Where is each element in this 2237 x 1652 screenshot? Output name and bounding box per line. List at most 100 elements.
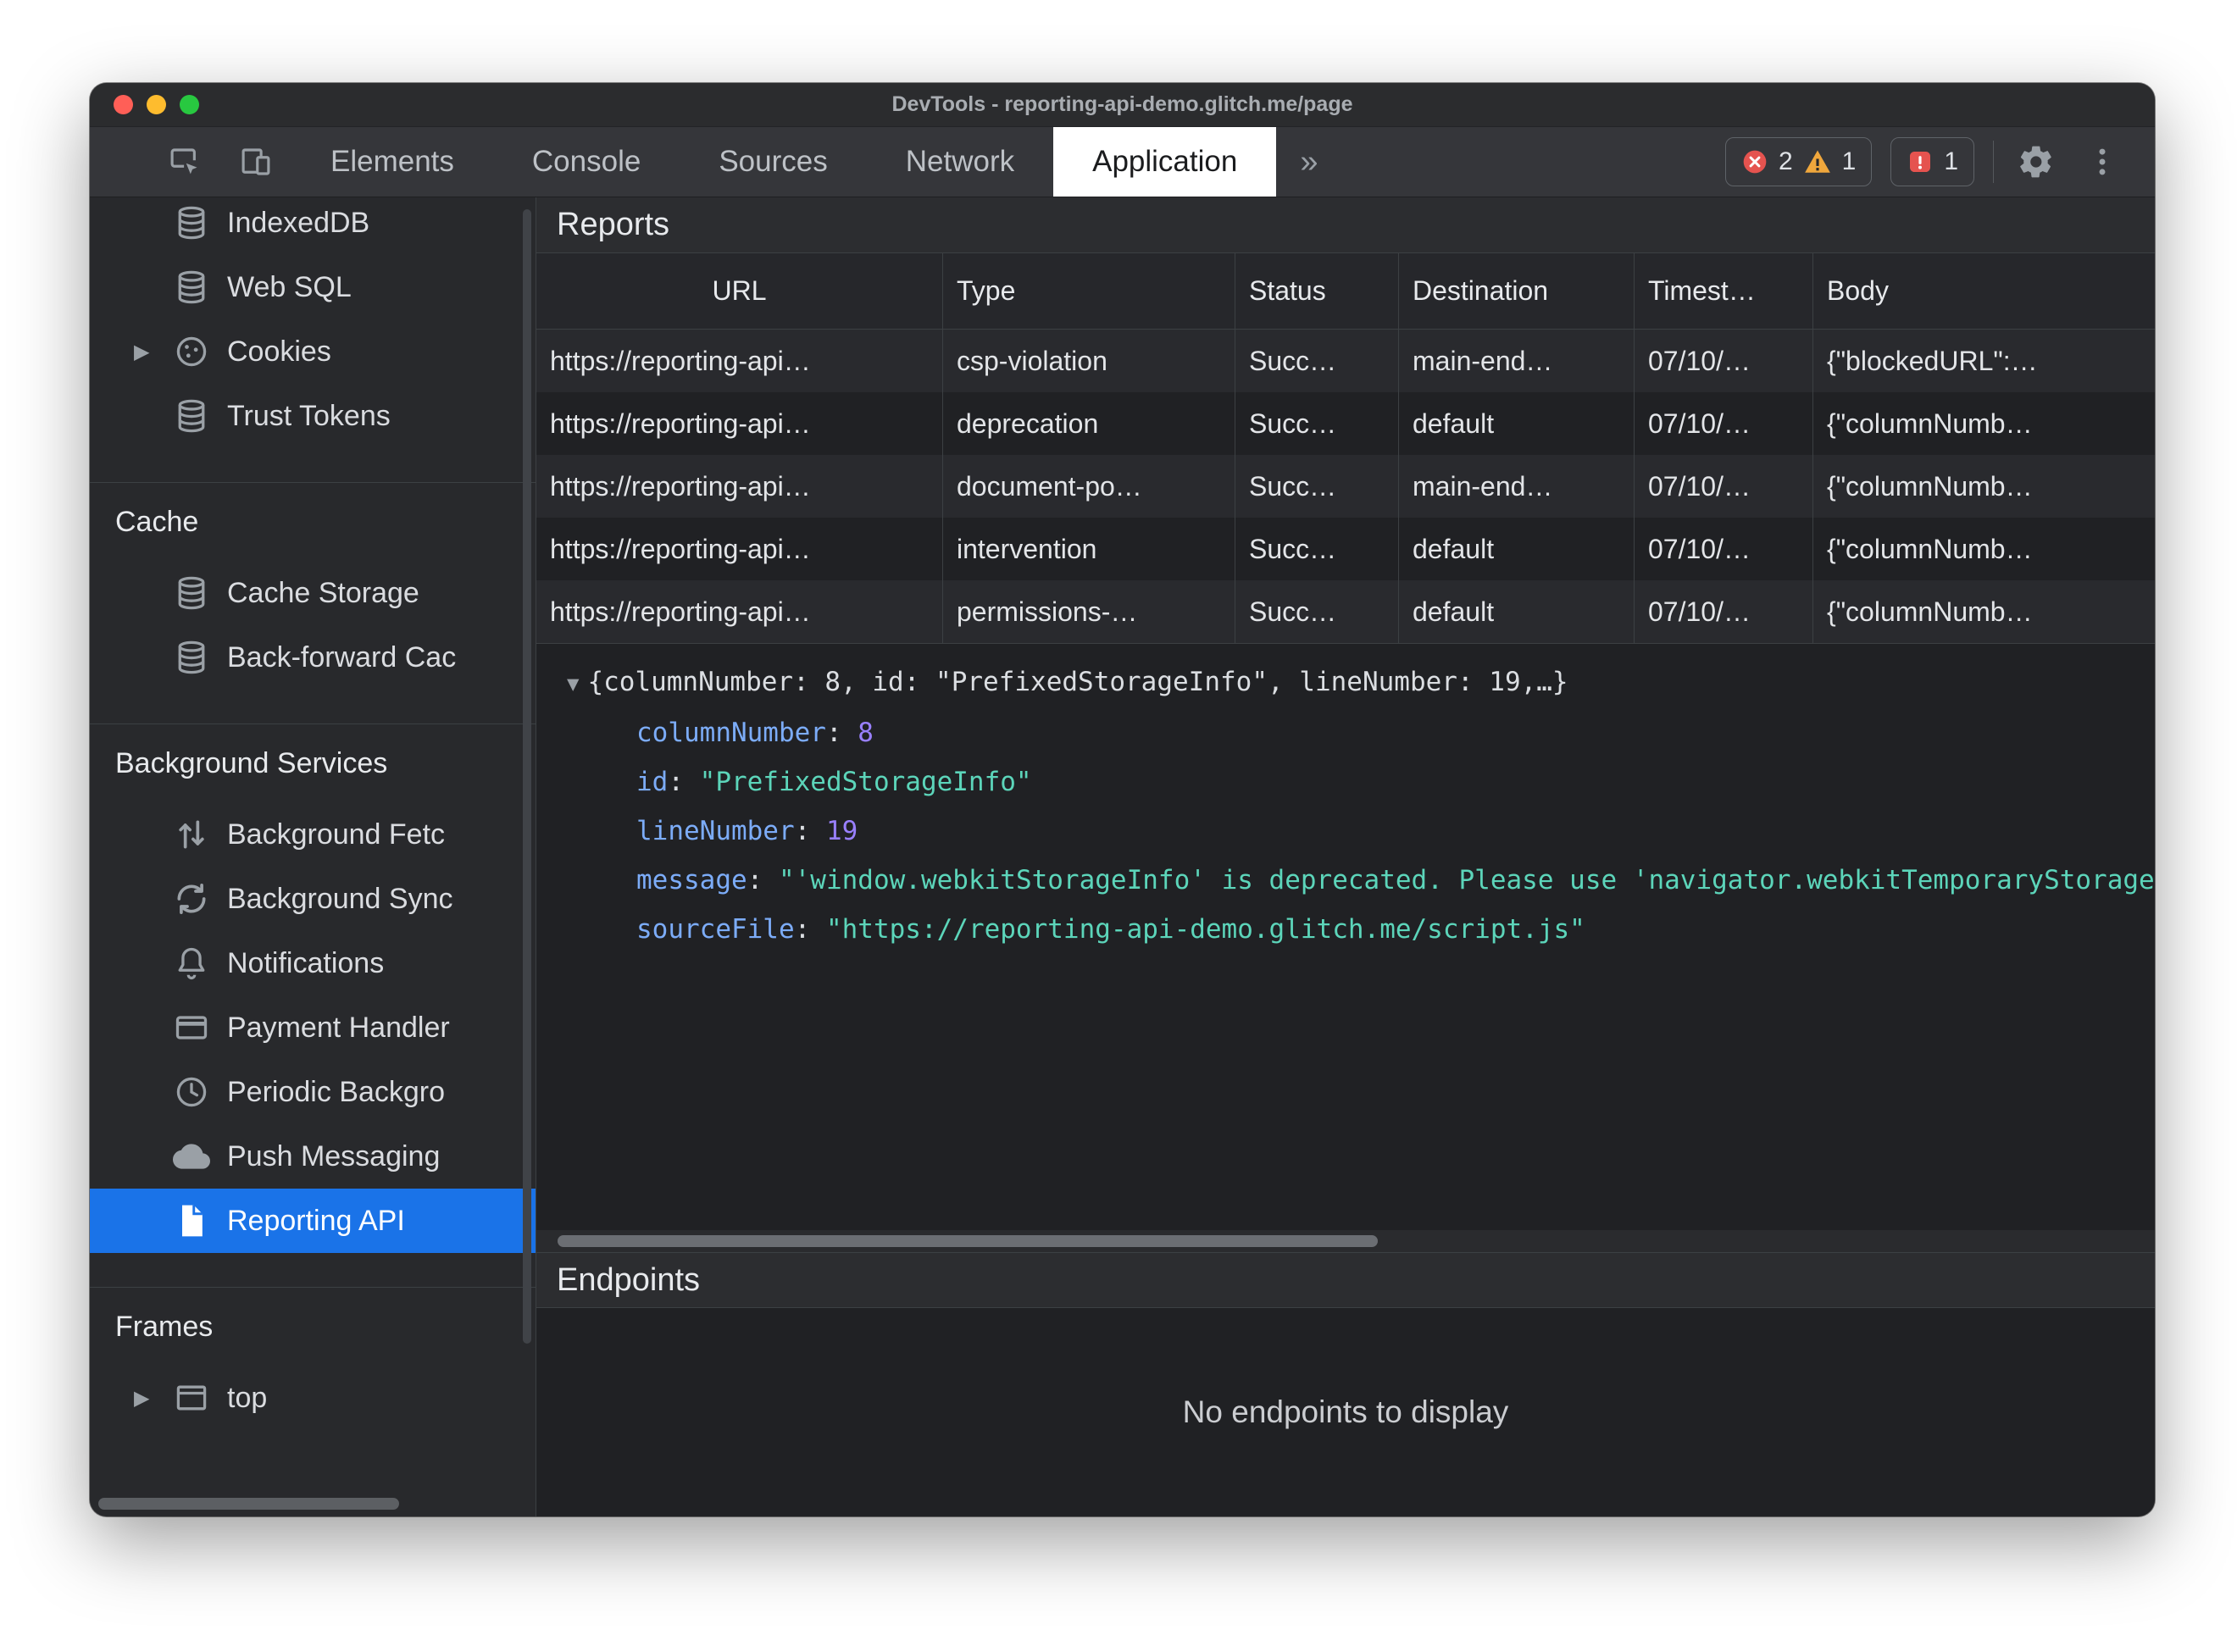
cell-type: csp-violation	[943, 330, 1235, 392]
report-row[interactable]: https://reporting-api… document-po… Succ…	[536, 455, 2155, 518]
frame-icon	[173, 1379, 210, 1416]
sidebar-item-back-forward-cache[interactable]: Back-forward Cac	[90, 625, 536, 690]
reports-table-header: URL Type Status Destination Timest… Body	[536, 253, 2155, 330]
sidebar-item-label: top	[227, 1381, 268, 1414]
sidebar-item-background-fetch[interactable]: Background Fetc	[90, 802, 536, 867]
cell-body: {"columnNumb…	[1827, 407, 2033, 439]
cell-url: https://reporting-api…	[536, 330, 943, 392]
tab-label: Sources	[719, 145, 828, 178]
cell-body: {"columnNumb…	[1827, 533, 2033, 564]
endpoints-empty-message: No endpoints to display	[1182, 1394, 1509, 1429]
column-header-type[interactable]: Type	[943, 253, 1235, 329]
inspect-cursor-icon	[170, 148, 197, 175]
section-header-cache: Cache	[115, 505, 199, 538]
device-toolbar-icon	[241, 148, 270, 175]
cell-timestamp: 07/10/…	[1635, 455, 1813, 518]
sidebar-item-reporting-api[interactable]: Reporting API	[90, 1189, 536, 1253]
cell-type: deprecation	[943, 392, 1235, 455]
sidebar-item-cache-storage[interactable]: Cache Storage	[90, 561, 536, 625]
sidebar-item-label: Background Fetc	[227, 818, 446, 851]
sidebar-vertical-scrollbar[interactable]	[523, 209, 531, 1344]
report-row[interactable]: https://reporting-api… intervention Succ…	[536, 518, 2155, 580]
column-header-status[interactable]: Status	[1235, 253, 1399, 329]
property-key: columnNumber	[636, 718, 858, 748]
cell-url: https://reporting-api…	[536, 455, 943, 518]
warning-count: 1	[1841, 147, 1857, 175]
cell-status: Succ…	[1235, 518, 1399, 580]
toolbar-right: 2 1 1	[1724, 127, 2155, 197]
cell-url: https://reporting-api…	[536, 392, 943, 455]
cell-destination: default	[1399, 518, 1635, 580]
cell-body: {"columnNumb…	[1827, 470, 2033, 502]
content-horizontal-scrollbar-thumb[interactable]	[558, 1235, 1378, 1247]
tab-sources[interactable]: Sources	[680, 127, 866, 197]
content-horizontal-scrollbar-track[interactable]	[536, 1230, 2155, 1252]
sidebar-item-web-sql[interactable]: Web SQL	[90, 255, 536, 319]
sidebar-item-label: Notifications	[227, 946, 385, 979]
sidebar-item-periodic-background-sync[interactable]: Periodic Backgro	[90, 1060, 536, 1124]
object-preview-row[interactable]: ▼ {columnNumber: 8, id: "PrefixedStorageI…	[536, 657, 2155, 708]
cell-url: https://reporting-api…	[536, 518, 943, 580]
twisty-collapsed-icon[interactable]: ▶	[134, 1386, 173, 1411]
report-row[interactable]: https://reporting-api… permissions-… Suc…	[536, 580, 2155, 643]
tab-elements[interactable]: Elements	[291, 127, 493, 197]
cell-timestamp: 07/10/…	[1635, 330, 1813, 392]
sidebar-item-label: Reporting API	[227, 1204, 405, 1237]
sidebar-item-label: Background Sync	[227, 882, 453, 915]
sidebar-item-background-sync[interactable]: Background Sync	[90, 867, 536, 931]
sidebar-horizontal-scrollbar[interactable]	[98, 1498, 399, 1510]
database-icon	[173, 204, 210, 241]
tab-network[interactable]: Network	[867, 127, 1053, 197]
warning-icon	[1804, 150, 1830, 173]
tab-application[interactable]: Application	[1053, 127, 1277, 197]
up-down-arrows-icon	[173, 816, 210, 853]
sidebar-item-cookies[interactable]: ▶ Cookies	[90, 319, 536, 384]
sidebar-item-label: Push Messaging	[227, 1139, 441, 1172]
issues-badge[interactable]: 1	[1890, 137, 1974, 186]
toggle-device-toolbar-button[interactable]	[220, 127, 291, 197]
property-value: "'window.webkitStorageInfo' is deprecate…	[778, 865, 2155, 895]
console-summary-badge[interactable]: 2 1	[1724, 137, 1873, 186]
tab-label: Elements	[330, 145, 454, 178]
settings-button[interactable]	[2012, 138, 2060, 186]
tab-console[interactable]: Console	[493, 127, 680, 197]
cell-url: https://reporting-api…	[536, 580, 943, 643]
reporting-api-view: Reports URL Type Status Destination Time…	[536, 197, 2155, 1516]
cell-destination: main-end…	[1399, 455, 1635, 518]
sidebar-item-label: Payment Handler	[227, 1011, 450, 1044]
more-tabs-button[interactable]: »	[1276, 127, 1341, 197]
inspect-element-button[interactable]	[149, 127, 220, 197]
report-row[interactable]: https://reporting-api… deprecation Succ……	[536, 392, 2155, 455]
sidebar-item-notifications[interactable]: Notifications	[90, 931, 536, 995]
window-title: DevTools - reporting-api-demo.glitch.me/…	[891, 92, 1353, 116]
titlebar: DevTools - reporting-api-demo.glitch.me/…	[90, 83, 2155, 127]
twisty-collapsed-icon[interactable]: ▶	[134, 340, 173, 364]
sidebar-item-payment-handler[interactable]: Payment Handler	[90, 995, 536, 1060]
tab-label: Console	[531, 145, 641, 178]
twisty-expanded-icon[interactable]: ▼	[567, 672, 579, 696]
more-options-button[interactable]	[2079, 138, 2126, 186]
sidebar-item-trust-tokens[interactable]: Trust Tokens	[90, 384, 536, 448]
cell-destination: default	[1399, 392, 1635, 455]
property-row: id"PrefixedStorageInfo"	[536, 757, 2155, 807]
column-header-timestamp[interactable]: Timest…	[1635, 253, 1813, 329]
devtools-toolbar: Elements Console Sources Network Applica…	[90, 127, 2155, 197]
report-body-detail: ▼ {columnNumber: 8, id: "PrefixedStorageI…	[536, 644, 2155, 1230]
section-header-frames: Frames	[115, 1310, 214, 1343]
cell-status: Succ…	[1235, 330, 1399, 392]
report-row[interactable]: https://reporting-api… csp-violation Suc…	[536, 330, 2155, 392]
column-header-body[interactable]: Body	[1813, 253, 2155, 329]
cell-status: Succ…	[1235, 580, 1399, 643]
issues-icon	[1910, 152, 1931, 172]
cell-timestamp: 07/10/…	[1635, 518, 1813, 580]
sidebar-item-label: Web SQL	[227, 270, 352, 303]
sidebar-item-top-frame[interactable]: ▶ top	[90, 1366, 536, 1430]
toolbar-divider	[1993, 141, 1994, 183]
sidebar-item-push-messaging[interactable]: Push Messaging	[90, 1124, 536, 1189]
column-header-destination[interactable]: Destination	[1399, 253, 1635, 329]
sidebar-item-indexeddb[interactable]: IndexedDB	[90, 197, 536, 255]
column-header-url[interactable]: URL	[536, 253, 943, 329]
property-value: 19	[825, 816, 858, 846]
property-key: sourceFile	[636, 914, 826, 945]
sidebar-item-label: Cache Storage	[227, 576, 419, 609]
